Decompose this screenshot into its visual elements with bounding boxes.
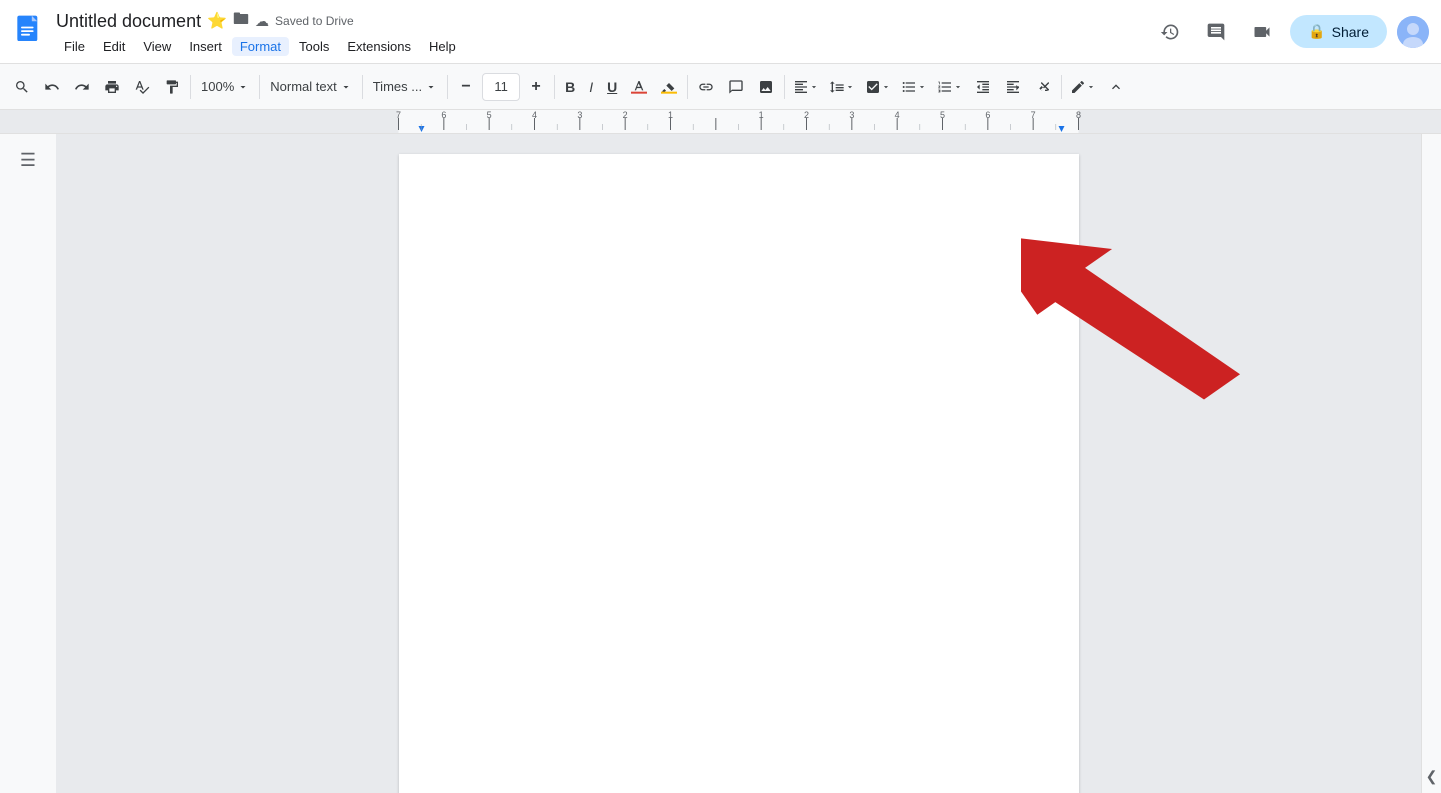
zoom-dropdown[interactable]: 100%: [195, 71, 255, 103]
text-color-button[interactable]: [625, 71, 653, 103]
toolbar-divider-1: [190, 75, 191, 99]
star-icon[interactable]: ⭐: [207, 11, 227, 31]
share-label: Share: [1332, 24, 1369, 40]
numbered-list-button[interactable]: [933, 71, 967, 103]
clear-formatting-button[interactable]: [1029, 71, 1057, 103]
share-button[interactable]: 🔒 Share: [1290, 15, 1387, 48]
svg-text:5: 5: [487, 110, 492, 120]
svg-text:2: 2: [623, 110, 628, 120]
outline-icon[interactable]: ☰: [16, 146, 40, 175]
bold-button[interactable]: B: [559, 71, 581, 103]
toolbar-divider-5: [554, 75, 555, 99]
svg-text:6: 6: [441, 110, 446, 120]
avatar[interactable]: [1397, 16, 1429, 48]
svg-text:5: 5: [940, 110, 945, 120]
svg-text:3: 3: [849, 110, 854, 120]
svg-text:6: 6: [985, 110, 990, 120]
main-area: ☰ ❮: [0, 134, 1441, 793]
insert-image-button[interactable]: [752, 71, 780, 103]
text-style-dropdown[interactable]: Normal text: [264, 71, 357, 103]
svg-text:4: 4: [895, 110, 900, 120]
menu-edit[interactable]: Edit: [95, 37, 133, 56]
toolbar-divider-3: [362, 75, 363, 99]
title-bar: Untitled document ⭐ 🖿 ☁ Saved to Drive F…: [0, 0, 1441, 64]
svg-text:2: 2: [804, 110, 809, 120]
text-style-label: Normal text: [270, 79, 336, 94]
line-spacing-button[interactable]: [825, 71, 859, 103]
toolbar-divider-7: [784, 75, 785, 99]
decrease-indent-button[interactable]: [969, 71, 997, 103]
toolbar-divider-8: [1061, 75, 1062, 99]
insert-link-button[interactable]: [692, 71, 720, 103]
history-button[interactable]: [1152, 14, 1188, 50]
highlight-color-button[interactable]: [655, 71, 683, 103]
italic-label: I: [589, 79, 593, 95]
bullet-list-button[interactable]: [897, 71, 931, 103]
svg-text:7: 7: [396, 110, 401, 120]
menu-help[interactable]: Help: [421, 37, 464, 56]
font-size-input[interactable]: 11: [482, 73, 520, 101]
doc-title[interactable]: Untitled document: [56, 11, 201, 32]
italic-button[interactable]: I: [583, 71, 599, 103]
print-button[interactable]: [98, 71, 126, 103]
toolbar: 100% Normal text Times ... − 11 + B I U: [0, 64, 1441, 110]
svg-text:3: 3: [577, 110, 582, 120]
menu-format[interactable]: Format: [232, 37, 289, 56]
doc-title-row: Untitled document ⭐ 🖿 ☁ Saved to Drive: [56, 8, 1144, 35]
left-panel: ☰: [0, 134, 56, 793]
spell-check-button[interactable]: [128, 71, 156, 103]
undo-button[interactable]: [38, 71, 66, 103]
font-name: Times ...: [373, 79, 422, 94]
share-lock-icon: 🔒: [1308, 23, 1325, 40]
svg-text:7: 7: [1031, 110, 1036, 120]
redo-button[interactable]: [68, 71, 96, 103]
title-section: Untitled document ⭐ 🖿 ☁ Saved to Drive F…: [56, 8, 1144, 56]
decrease-font-button[interactable]: −: [452, 71, 480, 103]
video-call-button[interactable]: [1244, 14, 1280, 50]
add-to-drive-icon[interactable]: 🖿: [233, 8, 249, 35]
menu-insert[interactable]: Insert: [181, 37, 230, 56]
menu-file[interactable]: File: [56, 37, 93, 56]
toolbar-divider-2: [259, 75, 260, 99]
saved-status: Saved to Drive: [275, 14, 354, 28]
svg-text:1: 1: [759, 110, 764, 120]
underline-label: U: [607, 79, 617, 95]
collapse-icon: ❮: [1426, 768, 1438, 785]
search-button[interactable]: [8, 71, 36, 103]
scroll-area[interactable]: [56, 134, 1421, 793]
svg-text:1: 1: [668, 110, 673, 120]
menu-bar: File Edit View Insert Format Tools Exten…: [56, 37, 1144, 56]
edit-mode-button[interactable]: [1066, 71, 1100, 103]
menu-tools[interactable]: Tools: [291, 37, 337, 56]
ruler-svg: 7 6 5 4 3 2 1 1 2 3 4 5 6 7 8: [0, 110, 1441, 134]
underline-button[interactable]: U: [601, 71, 623, 103]
svg-text:8: 8: [1076, 110, 1081, 120]
align-button[interactable]: [789, 71, 823, 103]
comments-button[interactable]: [1198, 14, 1234, 50]
cloud-saved-icon: ☁: [255, 13, 269, 30]
increase-font-button[interactable]: +: [522, 71, 550, 103]
checklist-button[interactable]: [861, 71, 895, 103]
font-dropdown[interactable]: Times ...: [367, 71, 443, 103]
svg-text:4: 4: [532, 110, 537, 120]
collapse-toolbar-button[interactable]: [1102, 71, 1130, 103]
docs-logo[interactable]: [12, 14, 48, 50]
zoom-level: 100%: [201, 79, 234, 94]
menu-view[interactable]: View: [135, 37, 179, 56]
bold-label: B: [565, 79, 575, 95]
ruler: 7 6 5 4 3 2 1 1 2 3 4 5 6 7 8: [0, 110, 1441, 134]
toolbar-divider-6: [687, 75, 688, 99]
paint-format-button[interactable]: [158, 71, 186, 103]
increase-indent-button[interactable]: [999, 71, 1027, 103]
menu-extensions[interactable]: Extensions: [339, 37, 419, 56]
right-collapse-panel[interactable]: ❮: [1421, 134, 1441, 793]
toolbar-divider-4: [447, 75, 448, 99]
insert-comment-button[interactable]: [722, 71, 750, 103]
right-controls: 🔒 Share: [1152, 14, 1429, 50]
document-page[interactable]: [399, 154, 1079, 793]
